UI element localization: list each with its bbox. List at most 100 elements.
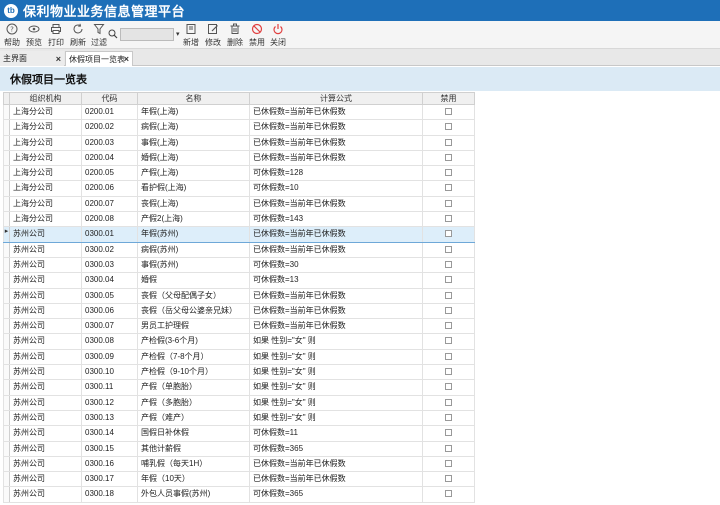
disabled-checkbox[interactable]: [445, 199, 452, 207]
disabled-checkbox[interactable]: [445, 215, 452, 223]
cell-org: 上海分公司: [9, 134, 82, 151]
table-row[interactable]: 苏州公司 0300.15 其他计薪假 可休假数=365: [3, 440, 475, 457]
table-row[interactable]: 苏州公司 0300.02 病假(苏州) 已休假数=当前年已休假数: [3, 241, 475, 258]
cell-code: 0300.03: [81, 256, 138, 274]
cell-formula: 已休假数=当前年已休假数: [249, 226, 423, 243]
disabled-checkbox[interactable]: [445, 306, 452, 314]
cell-code: 0300.01: [81, 226, 138, 243]
disabled-checkbox[interactable]: [445, 490, 452, 498]
table-row[interactable]: 苏州公司 0300.16 哺乳假（每天1H） 已休假数=当前年已休假数: [3, 455, 475, 473]
cell-formula: 可休假数=365: [249, 440, 423, 457]
disabled-checkbox[interactable]: [445, 337, 452, 345]
close-button[interactable]: 关闭: [270, 23, 286, 47]
header-code[interactable]: 代码: [81, 92, 138, 105]
table-header-row: 组织机构 代码 名称 计算公式 禁用: [3, 92, 475, 105]
refresh-button[interactable]: 刷新: [70, 23, 86, 47]
cell-name: 事假(苏州): [137, 256, 250, 274]
table-row[interactable]: 上海分公司 0200.02 病假(上海) 已休假数=当前年已休假数: [3, 119, 475, 136]
cell-disabled: [422, 379, 475, 396]
cell-disabled: [422, 103, 475, 121]
tab-main[interactable]: 主界面 ×: [0, 51, 64, 66]
cell-name: 产检假（9-10个月）: [137, 364, 250, 381]
cell-code: 0300.18: [81, 486, 138, 503]
disable-button[interactable]: 禁用: [249, 23, 265, 47]
table-row[interactable]: 苏州公司 0300.14 国假日补休假 可休假数=11: [3, 425, 475, 442]
table-row[interactable]: 上海分公司 0200.06 看护假(上海) 可休假数=10: [3, 180, 475, 197]
header-name[interactable]: 名称: [137, 92, 250, 105]
disabled-checkbox[interactable]: [445, 475, 452, 483]
disabled-checkbox[interactable]: [445, 230, 452, 238]
disabled-checkbox[interactable]: [445, 123, 452, 131]
table-row[interactable]: 苏州公司 0300.18 外包人员事假(苏州) 可休假数=365: [3, 486, 475, 503]
cell-disabled: [422, 287, 475, 304]
cell-formula: 已休假数=当前年已休假数: [249, 455, 423, 473]
table-row[interactable]: 上海分公司 0200.05 产假(上海) 可休假数=128: [3, 165, 475, 182]
filter-button[interactable]: 过滤: [91, 23, 107, 47]
search-dropdown-icon[interactable]: ▾: [176, 30, 180, 38]
cell-disabled: [422, 455, 475, 473]
disabled-checkbox[interactable]: [445, 398, 452, 406]
table-row[interactable]: 苏州公司 0300.12 产假（多胞胎） 如果 性别="女" 则: [3, 394, 475, 411]
disabled-checkbox[interactable]: [445, 291, 452, 299]
disabled-checkbox[interactable]: [445, 368, 452, 376]
cell-disabled: [422, 302, 475, 320]
search-input[interactable]: [120, 27, 174, 41]
table-row[interactable]: 上海分公司 0200.04 婚假(上海) 已休假数=当前年已休假数: [3, 149, 475, 167]
disabled-checkbox[interactable]: [445, 352, 452, 360]
disabled-checkbox[interactable]: [445, 429, 452, 437]
table-row[interactable]: 上海分公司 0200.07 丧假(上海) 已休假数=当前年已休假数: [3, 195, 475, 213]
cell-name: 其他计薪假: [137, 440, 250, 457]
header-org[interactable]: 组织机构: [9, 92, 82, 105]
table-row[interactable]: ▸ 苏州公司 0300.01 年假(苏州) 已休假数=当前年已休假数: [3, 226, 475, 243]
print-button[interactable]: 打印: [48, 23, 64, 47]
table-row[interactable]: 苏州公司 0300.04 婚假 可休假数=13: [3, 272, 475, 289]
page-header: 休假项目一览表: [0, 67, 720, 91]
cell-code: 0300.14: [81, 425, 138, 442]
help-button[interactable]: ? 帮助: [4, 23, 20, 47]
cell-name: 国假日补休假: [137, 425, 250, 442]
disabled-checkbox[interactable]: [445, 444, 452, 452]
table-row[interactable]: 上海分公司 0200.08 产假2(上海) 可休假数=143: [3, 211, 475, 228]
cell-code: 0300.06: [81, 302, 138, 320]
new-button[interactable]: 新增: [183, 23, 199, 47]
table-row[interactable]: 苏州公司 0300.13 产假（难产） 如果 性别="女" 则: [3, 409, 475, 427]
preview-button[interactable]: 预览: [26, 23, 42, 47]
table-row[interactable]: 苏州公司 0300.10 产检假（9-10个月） 如果 性别="女" 则: [3, 364, 475, 381]
table-row[interactable]: 苏州公司 0300.07 男员工护理假 已休假数=当前年已休假数: [3, 318, 475, 335]
delete-label: 删除: [227, 38, 243, 47]
disabled-checkbox[interactable]: [445, 138, 452, 146]
table-row[interactable]: 上海分公司 0200.01 年假(上海) 已休假数=当前年已休假数: [3, 103, 475, 121]
refresh-icon: [73, 23, 83, 34]
disabled-checkbox[interactable]: [445, 276, 452, 284]
disabled-checkbox[interactable]: [445, 413, 452, 421]
edit-button[interactable]: 修改: [205, 23, 221, 47]
table-row[interactable]: 苏州公司 0300.05 丧假（父母配偶子女） 已休假数=当前年已休假数: [3, 287, 475, 304]
disabled-checkbox[interactable]: [445, 184, 452, 192]
table-row[interactable]: 苏州公司 0300.09 产检假（7-8个月） 如果 性别="女" 则: [3, 348, 475, 366]
disabled-checkbox[interactable]: [445, 108, 452, 115]
cell-formula: 可休假数=365: [249, 486, 423, 503]
table-row[interactable]: 上海分公司 0200.03 事假(上海) 已休假数=当前年已休假数: [3, 134, 475, 151]
cell-formula: 如果 性别="女" 则: [249, 409, 423, 427]
tab-leave-items-close-icon[interactable]: ×: [124, 54, 129, 64]
disabled-checkbox[interactable]: [445, 459, 452, 467]
table-row[interactable]: 苏州公司 0300.08 产检假(3-6个月) 如果 性别="女" 则: [3, 333, 475, 350]
disabled-checkbox[interactable]: [445, 153, 452, 161]
delete-button[interactable]: 删除: [227, 23, 243, 47]
disabled-checkbox[interactable]: [445, 383, 452, 391]
table-row[interactable]: 苏州公司 0300.03 事假(苏州) 可休假数=30: [3, 256, 475, 274]
tab-main-close-icon[interactable]: ×: [56, 54, 61, 64]
header-disabled[interactable]: 禁用: [422, 92, 475, 105]
tab-leave-items[interactable]: 休假项目一览表 ×: [65, 51, 133, 66]
table-row[interactable]: 苏州公司 0300.06 丧假（岳父母公婆亲兄妹） 已休假数=当前年已休假数: [3, 302, 475, 320]
help-icon: ?: [6, 23, 18, 35]
table-row[interactable]: 苏州公司 0300.11 产假（单胞胎） 如果 性别="女" 则: [3, 379, 475, 396]
cell-disabled: [422, 119, 475, 136]
disabled-checkbox[interactable]: [445, 245, 452, 253]
disabled-checkbox[interactable]: [445, 260, 452, 268]
disabled-checkbox[interactable]: [445, 169, 452, 177]
header-formula[interactable]: 计算公式: [249, 92, 423, 105]
disabled-checkbox[interactable]: [445, 322, 452, 330]
table-row[interactable]: 苏州公司 0300.17 年假（10天） 已休假数=当前年已休假数: [3, 471, 475, 488]
tab-main-label: 主界面: [3, 54, 27, 63]
